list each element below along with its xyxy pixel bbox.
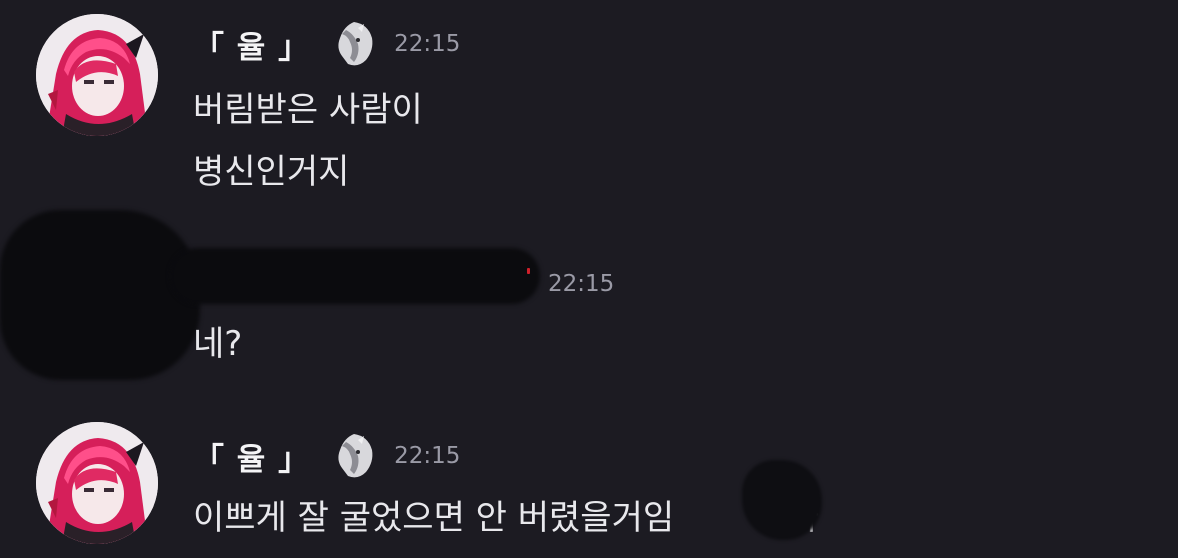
username[interactable]: 「 율 」	[193, 22, 310, 67]
wolf-badge-icon[interactable]	[328, 18, 380, 70]
wolf-badge-icon[interactable]	[328, 430, 380, 482]
message-text: 네?	[193, 324, 243, 364]
message-text: 병신인거지	[193, 152, 350, 192]
redacted-name	[742, 460, 822, 540]
red-mark	[527, 268, 530, 274]
message-text: 이쁘게 잘 굴었으면 안 버렸을거임님아	[193, 490, 819, 539]
avatar-image	[36, 422, 158, 544]
message-text-part: 이쁘게 잘 굴었으면 안 버렸을거임	[193, 498, 675, 538]
redacted-avatar	[0, 210, 200, 380]
avatar[interactable]	[36, 14, 158, 136]
message-text: 버림받은 사람이	[193, 90, 423, 130]
username[interactable]: 「 율 」	[193, 434, 310, 479]
timestamp: 22:15	[394, 443, 461, 469]
message-header: 22:15	[548, 264, 614, 304]
avatar-image	[36, 14, 158, 136]
chat-view: 「 율 」 22:15 버림받은 사람이 병신인거지 22:15 네? 「 율 …	[0, 0, 1178, 558]
timestamp: 22:15	[394, 31, 461, 57]
message-header: 「 율 」 22:15	[193, 22, 461, 67]
avatar[interactable]	[36, 422, 158, 544]
redacted-username	[170, 248, 540, 304]
timestamp: 22:15	[548, 271, 615, 297]
message-header: 「 율 」 22:15	[193, 434, 461, 479]
